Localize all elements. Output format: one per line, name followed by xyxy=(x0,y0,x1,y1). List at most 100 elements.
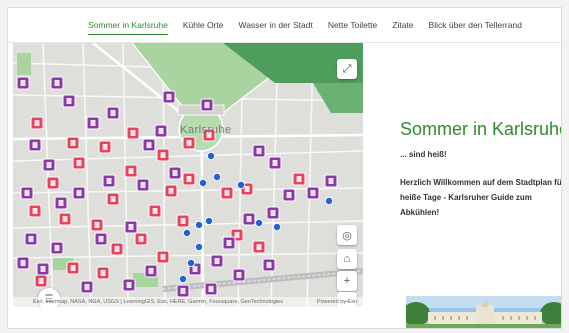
nav-item-nette-toilette[interactable]: Nette Toilette xyxy=(328,20,377,35)
water-point-marker[interactable] xyxy=(324,196,333,205)
toilet-marker[interactable] xyxy=(182,172,196,186)
cool-place-marker[interactable] xyxy=(252,144,266,158)
toilet-marker[interactable] xyxy=(46,176,60,190)
toilet-marker[interactable] xyxy=(96,266,110,280)
cool-place-marker[interactable] xyxy=(102,174,116,188)
cool-place-marker[interactable] xyxy=(232,268,246,282)
water-point-marker[interactable] xyxy=(272,222,281,231)
cool-place-marker[interactable] xyxy=(42,158,56,172)
cool-place-marker[interactable] xyxy=(222,236,236,250)
cool-place-marker[interactable] xyxy=(80,280,94,294)
cool-place-marker[interactable] xyxy=(176,284,190,298)
water-point-marker[interactable] xyxy=(212,172,221,181)
water-point-marker[interactable] xyxy=(194,220,203,229)
toilet-marker[interactable] xyxy=(164,184,178,198)
home-icon: ⌂ xyxy=(343,253,351,265)
cool-place-marker[interactable] xyxy=(200,98,214,112)
cool-place-marker[interactable] xyxy=(210,254,224,268)
cool-place-marker[interactable] xyxy=(162,90,176,104)
nav-item-wasser[interactable]: Wasser in der Stadt xyxy=(238,20,312,35)
nav-item-kuehle-orte[interactable]: Kühle Orte xyxy=(183,20,224,35)
toilet-marker[interactable] xyxy=(110,242,124,256)
water-point-marker[interactable] xyxy=(206,152,215,161)
cool-place-marker[interactable] xyxy=(16,76,30,90)
cool-place-marker[interactable] xyxy=(144,264,158,278)
city-map[interactable]: Karlsruhe ⤢ ◎ ⌂ + − ☰ Esri, Intermap, NA… xyxy=(13,43,363,307)
toilet-marker[interactable] xyxy=(156,148,170,162)
nav-item-sommer[interactable]: Sommer in Karlsruhe xyxy=(88,20,168,35)
cool-place-marker[interactable] xyxy=(262,258,276,272)
cool-place-marker[interactable] xyxy=(268,156,282,170)
cool-place-marker[interactable] xyxy=(72,186,86,200)
toilet-marker[interactable] xyxy=(134,232,148,246)
cool-place-marker[interactable] xyxy=(94,232,108,246)
map-attribution: Esri, Intermap, NASA, NGA, USGS | Learni… xyxy=(13,297,363,307)
home-button[interactable]: ⌂ xyxy=(337,249,357,269)
toilet-marker[interactable] xyxy=(34,274,48,288)
water-point-marker[interactable] xyxy=(178,274,187,283)
toilet-marker[interactable] xyxy=(90,218,104,232)
cool-place-marker[interactable] xyxy=(20,186,34,200)
fullscreen-button[interactable]: ⤢ xyxy=(337,59,357,79)
expand-icon: ⤢ xyxy=(342,62,352,75)
water-point-marker[interactable] xyxy=(198,178,207,187)
toilet-marker[interactable] xyxy=(28,204,42,218)
cool-place-marker[interactable] xyxy=(62,94,76,108)
zoom-in-button[interactable]: + xyxy=(337,271,357,291)
toilet-marker[interactable] xyxy=(66,261,80,275)
toilet-marker[interactable] xyxy=(66,136,80,150)
toilet-marker[interactable] xyxy=(292,172,306,186)
cool-place-marker[interactable] xyxy=(266,206,280,220)
page-frame: Sommer in Karlsruhe Kühle Orte Wasser in… xyxy=(7,7,562,329)
nav-item-tellerrand[interactable]: Blick über den Tellerrand xyxy=(429,20,522,35)
toilet-marker[interactable] xyxy=(98,140,112,154)
toilet-marker[interactable] xyxy=(58,212,72,226)
water-point-marker[interactable] xyxy=(182,228,191,237)
cool-place-marker[interactable] xyxy=(28,138,42,152)
cool-place-marker[interactable] xyxy=(24,232,38,246)
toilet-marker[interactable] xyxy=(106,192,120,206)
locate-icon: ◎ xyxy=(342,229,352,242)
water-point-marker[interactable] xyxy=(236,180,245,189)
toilet-marker[interactable] xyxy=(72,156,86,170)
water-point-marker[interactable] xyxy=(194,242,203,251)
map-canvas[interactable] xyxy=(13,43,363,307)
cool-place-marker[interactable] xyxy=(16,256,30,270)
cool-place-marker[interactable] xyxy=(154,124,168,138)
attribution-text: Esri, Intermap, NASA, NGA, USGS | Learni… xyxy=(33,299,283,305)
locate-button[interactable]: ◎ xyxy=(337,225,357,245)
page-title: Sommer in Karlsruhe xyxy=(400,119,562,139)
toilet-marker[interactable] xyxy=(252,240,266,254)
toilet-marker[interactable] xyxy=(30,116,44,130)
cool-place-marker[interactable] xyxy=(168,166,182,180)
cool-place-marker[interactable] xyxy=(122,278,136,292)
cool-place-marker[interactable] xyxy=(124,220,138,234)
water-point-marker[interactable] xyxy=(254,218,263,227)
nav-item-zitate[interactable]: Zitate xyxy=(392,20,413,35)
cool-place-marker[interactable] xyxy=(50,241,64,255)
water-point-marker[interactable] xyxy=(204,216,213,225)
cool-place-marker[interactable] xyxy=(242,212,256,226)
cool-place-marker[interactable] xyxy=(204,282,218,296)
toilet-marker[interactable] xyxy=(148,204,162,218)
cool-place-marker[interactable] xyxy=(54,196,68,210)
cool-place-marker[interactable] xyxy=(136,178,150,192)
cool-place-marker[interactable] xyxy=(142,138,156,152)
cool-place-marker[interactable] xyxy=(324,174,338,188)
toilet-marker[interactable] xyxy=(176,214,190,228)
zoom-in-icon: + xyxy=(343,275,351,287)
cool-place-marker[interactable] xyxy=(50,76,64,90)
powered-by-esri[interactable]: Powered by Esri xyxy=(317,297,357,307)
water-point-marker[interactable] xyxy=(186,258,195,267)
cool-place-marker[interactable] xyxy=(282,188,296,202)
cool-place-marker[interactable] xyxy=(106,106,120,120)
toilet-marker[interactable] xyxy=(126,126,140,140)
cool-place-marker[interactable] xyxy=(306,186,320,200)
cool-place-marker[interactable] xyxy=(86,116,100,130)
toilet-marker[interactable] xyxy=(182,136,196,150)
toilet-marker[interactable] xyxy=(156,250,170,264)
toilet-marker[interactable] xyxy=(124,164,138,178)
intro-panel: Sommer in Karlsruhe ... sind heiß! Herzl… xyxy=(400,118,562,220)
cool-place-marker[interactable] xyxy=(36,262,50,276)
toilet-marker[interactable] xyxy=(220,186,234,200)
